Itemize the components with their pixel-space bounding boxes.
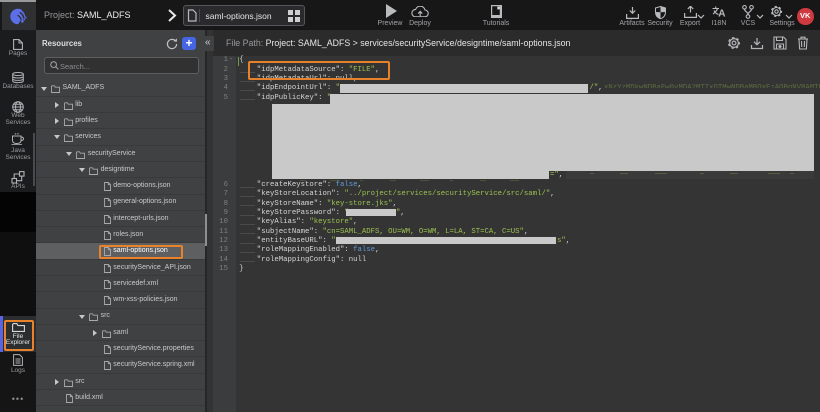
svg-text:A: A — [718, 9, 725, 17]
